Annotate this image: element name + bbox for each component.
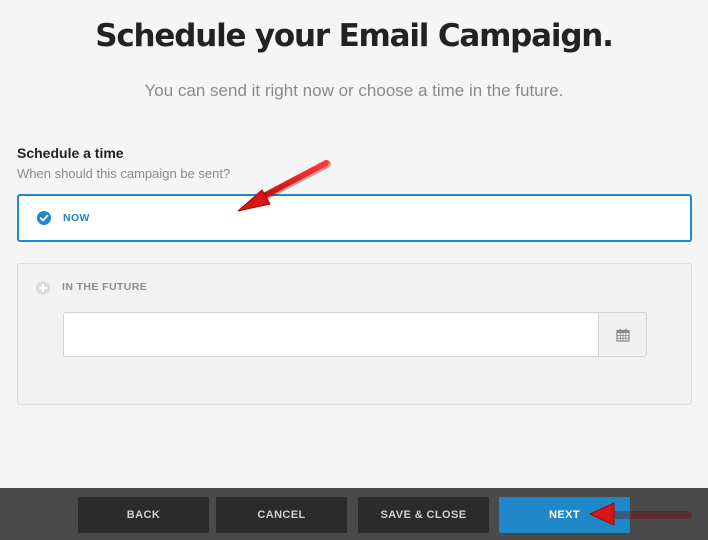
schedule-subheading: When should this campaign be sent? [17, 166, 231, 181]
cancel-button[interactable]: CANCEL [216, 497, 347, 533]
check-circle-icon [37, 211, 51, 225]
date-time-input[interactable] [63, 312, 598, 357]
calendar-button[interactable] [598, 312, 647, 357]
footer-bar: BACK CANCEL SAVE & CLOSE NEXT [0, 488, 708, 540]
option-in-the-future[interactable]: IN THE FUTURE [17, 263, 692, 405]
option-now[interactable]: NOW [17, 194, 692, 242]
back-button[interactable]: BACK [78, 497, 209, 533]
save-and-close-button[interactable]: SAVE & CLOSE [358, 497, 489, 533]
option-now-label: NOW [63, 212, 90, 224]
page-title: Schedule your Email Campaign. [95, 18, 614, 54]
option-future-label: IN THE FUTURE [62, 281, 148, 293]
next-button[interactable]: NEXT [499, 497, 630, 533]
calendar-icon [616, 328, 630, 342]
plus-circle-icon [36, 281, 50, 295]
page-subtitle: You can send it right now or choose a ti… [144, 81, 564, 100]
schedule-heading: Schedule a time [17, 145, 124, 161]
